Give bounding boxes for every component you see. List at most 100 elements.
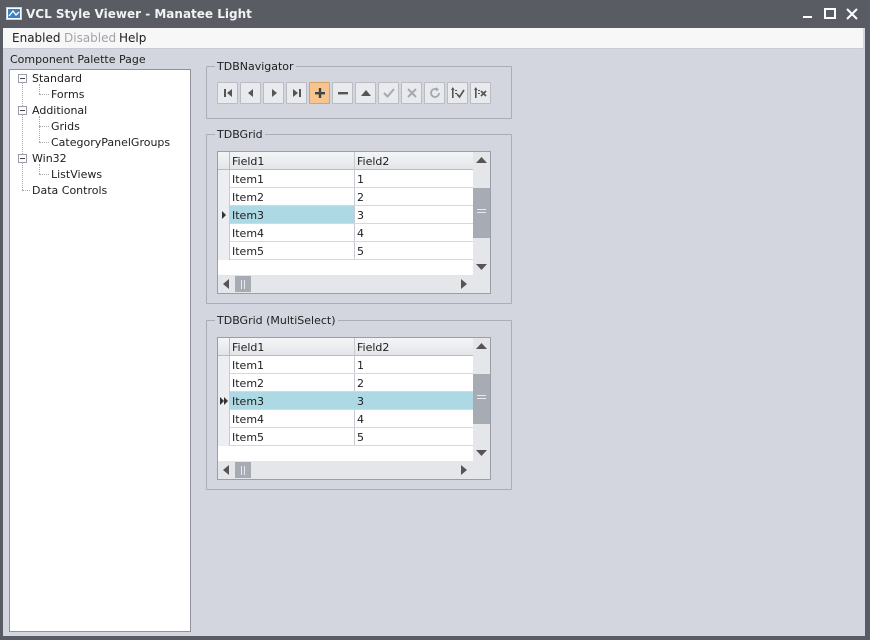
maximize-icon[interactable]	[822, 6, 838, 22]
cancel-icon	[407, 88, 417, 98]
grid-cell[interactable]: 2	[357, 191, 364, 204]
nav-cancel-updates-button[interactable]	[470, 82, 491, 104]
grid-horizontal-scrollbar[interactable]	[218, 461, 473, 479]
grid-cell[interactable]: 1	[357, 359, 364, 372]
minimize-icon[interactable]	[800, 6, 816, 22]
nav-insert-button[interactable]	[309, 82, 330, 104]
table-row[interactable]: Item5 5	[218, 242, 473, 260]
grid-cell[interactable]: 2	[357, 377, 364, 390]
scroll-up-icon[interactable]	[476, 343, 487, 350]
tree-node-win32[interactable]: Win32	[32, 152, 67, 165]
apply-updates-icon	[451, 87, 465, 99]
grid-cell[interactable]: Item2	[232, 377, 264, 390]
nav-last-button[interactable]	[286, 82, 307, 104]
tree-expander-additional[interactable]	[18, 106, 27, 115]
grid-cell[interactable]: Item1	[232, 359, 264, 372]
tree-expander-win32[interactable]	[18, 154, 27, 163]
row-indicator	[218, 170, 230, 188]
grid-vertical-scrollbar[interactable]	[473, 338, 490, 461]
table-row[interactable]: Item1 1	[218, 170, 473, 188]
tree-line	[39, 142, 49, 143]
table-row[interactable]: Item5 5	[218, 428, 473, 446]
grid-vertical-scroll-thumb[interactable]	[473, 188, 490, 238]
scroll-left-icon[interactable]	[223, 279, 229, 289]
tree-node-listviews[interactable]: ListViews	[51, 168, 102, 181]
table-row[interactable]: Item1 1	[218, 356, 473, 374]
table-row[interactable]: Item2 2	[218, 374, 473, 392]
window-frame-bottom[interactable]	[0, 636, 870, 640]
scroll-left-icon[interactable]	[223, 465, 229, 475]
prior-icon	[248, 89, 253, 97]
grid-column-header-field2[interactable]: Field2	[357, 341, 389, 354]
grid-cell[interactable]: 4	[357, 227, 364, 240]
nav-post-button[interactable]	[378, 82, 399, 104]
scroll-down-icon[interactable]	[476, 450, 487, 457]
nav-delete-button[interactable]	[332, 82, 353, 104]
grip-icon	[477, 209, 486, 213]
scroll-down-icon[interactable]	[476, 264, 487, 271]
grid-cell[interactable]: 3	[357, 209, 364, 222]
tree-line	[39, 84, 40, 94]
tree-node-category-panel-groups[interactable]: CategoryPanelGroups	[51, 136, 170, 149]
scroll-right-icon[interactable]	[461, 279, 467, 289]
menu-help[interactable]: Help	[119, 31, 146, 45]
window-frame-right[interactable]	[865, 28, 870, 640]
grid-cell[interactable]: 3	[357, 395, 364, 408]
tree-node-data-controls[interactable]: Data Controls	[32, 184, 107, 197]
row-indicator	[218, 224, 230, 242]
db-grid-multiselect[interactable]: Field1 Field2 Item1 1 Item2 2 Item3 3 It…	[217, 337, 491, 480]
grid-cell[interactable]: Item3	[232, 395, 264, 408]
tree-node-grids[interactable]: Grids	[51, 120, 80, 133]
grid-cell[interactable]: 5	[357, 245, 364, 258]
table-row[interactable]: Item4 4	[218, 224, 473, 242]
grid-cell[interactable]: Item5	[232, 431, 264, 444]
scroll-right-icon[interactable]	[461, 465, 467, 475]
tree-line	[39, 174, 49, 175]
nav-cancel-button[interactable]	[401, 82, 422, 104]
grid-column-header-field1[interactable]: Field1	[232, 341, 264, 354]
menu-disabled[interactable]: Disabled	[64, 31, 116, 45]
grid-vertical-scrollbar[interactable]	[473, 152, 490, 275]
db-grid[interactable]: Field1 Field2 Item1 1 Item2 2 Item3 3 It…	[217, 151, 491, 294]
nav-refresh-button[interactable]	[424, 82, 445, 104]
tree-line	[39, 164, 40, 174]
grid-cell[interactable]: Item1	[232, 173, 264, 186]
grid-cell[interactable]: 5	[357, 431, 364, 444]
nav-prior-button[interactable]	[240, 82, 261, 104]
tree-node-forms[interactable]: Forms	[51, 88, 84, 101]
grid-horizontal-scroll-thumb[interactable]	[235, 276, 251, 292]
palette-tree[interactable]: Standard Forms Additional Grids Category…	[9, 69, 191, 632]
tree-node-standard[interactable]: Standard	[32, 72, 82, 85]
selected-row-highlight	[230, 392, 473, 409]
title-bar[interactable]: VCL Style Viewer - Manatee Light	[0, 0, 870, 28]
grid-cell[interactable]: 1	[357, 173, 364, 186]
grid-cell[interactable]: Item4	[232, 227, 264, 240]
table-row[interactable]: Item2 2	[218, 188, 473, 206]
grid-cell[interactable]: Item2	[232, 191, 264, 204]
row-indicator	[218, 428, 230, 446]
row-indicator	[218, 356, 230, 374]
grid-horizontal-scrollbar[interactable]	[218, 275, 473, 293]
nav-apply-updates-button[interactable]	[447, 82, 468, 104]
close-icon[interactable]	[844, 6, 860, 22]
scroll-up-icon[interactable]	[476, 157, 487, 164]
tree-node-additional[interactable]: Additional	[32, 104, 87, 117]
grid-horizontal-scroll-thumb[interactable]	[235, 462, 251, 478]
tree-expander-standard[interactable]	[18, 74, 27, 83]
table-row-selected[interactable]: Item3 3	[218, 206, 473, 224]
menu-enabled[interactable]: Enabled	[12, 31, 61, 45]
nav-edit-button[interactable]	[355, 82, 376, 104]
table-row[interactable]: Item4 4	[218, 410, 473, 428]
nav-first-button[interactable]	[217, 82, 238, 104]
grid-column-header-field2[interactable]: Field2	[357, 155, 389, 168]
grip-icon	[477, 395, 486, 399]
grid-vertical-scroll-thumb[interactable]	[473, 374, 490, 424]
grid-cell[interactable]: Item3	[232, 209, 264, 222]
row-indicator	[218, 188, 230, 206]
grid-cell[interactable]: Item5	[232, 245, 264, 258]
nav-next-button[interactable]	[263, 82, 284, 104]
table-row-selected[interactable]: Item3 3	[218, 392, 473, 410]
grid-column-header-field1[interactable]: Field1	[232, 155, 264, 168]
grid-cell[interactable]: 4	[357, 413, 364, 426]
grid-cell[interactable]: Item4	[232, 413, 264, 426]
